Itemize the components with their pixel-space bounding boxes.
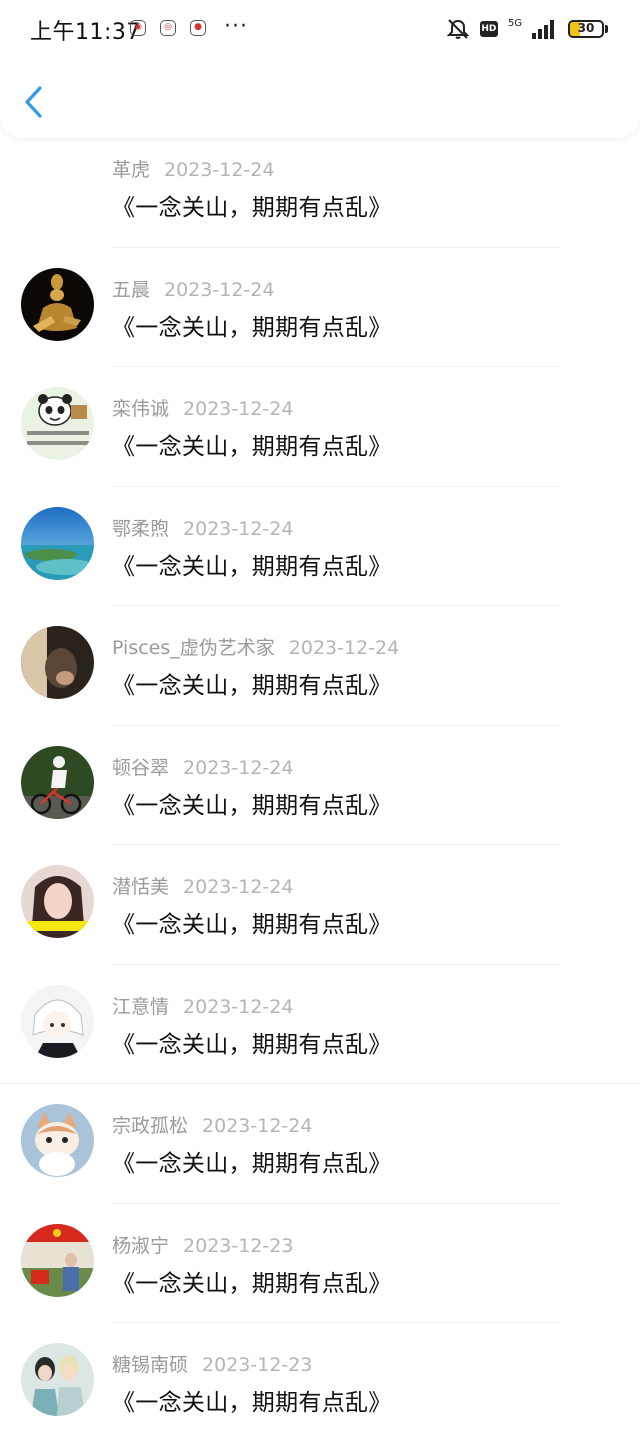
status-indicators: HD 5G 30 xyxy=(446,17,608,41)
comment-date: 2023-12-24 xyxy=(183,876,294,898)
signal-icon xyxy=(532,20,554,39)
comment-date: 2023-12-24 xyxy=(183,995,294,1018)
user-name[interactable]: 杨淑宁 xyxy=(112,1235,169,1257)
comment-date: 2023-12-24 xyxy=(183,517,294,540)
avatar[interactable] xyxy=(21,1343,94,1416)
comment-meta: 潜恬美 2023-12-24 xyxy=(112,872,293,899)
anime-character-avatar xyxy=(21,984,94,1058)
comment-meta: 鄂柔煦 2023-12-24 xyxy=(112,514,293,541)
battery-cap xyxy=(605,25,608,33)
network-label: 5G xyxy=(507,17,522,29)
kitten-avatar xyxy=(21,1104,94,1177)
user-name[interactable]: 顿谷翠 xyxy=(112,757,169,779)
more-notifications-icon: ··· xyxy=(224,14,248,39)
comment-item[interactable]: Pisces_虚伪艺术家 2023-12-24 《一念关山，期期有点乱》 xyxy=(0,606,640,726)
comment-date: 2023-12-24 xyxy=(183,398,294,420)
nav-bar xyxy=(0,60,640,138)
user-name[interactable]: 潜恬美 xyxy=(112,876,169,898)
app-notification-icon: ● xyxy=(190,20,206,36)
comment-text: 《一念关山，期期有点乱》 xyxy=(112,912,392,938)
avatar[interactable] xyxy=(21,865,94,938)
avatar[interactable] xyxy=(21,984,94,1058)
battery-level: 30 xyxy=(577,21,595,35)
comment-meta: 顿谷翠 2023-12-24 xyxy=(112,753,293,780)
comment-date: 2023-12-23 xyxy=(202,1354,313,1376)
dark-portrait-avatar xyxy=(21,626,94,699)
comment-date: 2023-12-24 xyxy=(288,637,400,659)
chevron-left-icon xyxy=(25,86,42,118)
avatar[interactable] xyxy=(21,745,94,819)
comment-item[interactable]: 潜恬美 2023-12-24 《一念关山，期期有点乱》 xyxy=(0,845,640,965)
comment-item[interactable]: 革虎 2023-12-24 《一念关山，期期有点乱》 xyxy=(0,128,640,248)
comment-text: 《一念关山，期期有点乱》 xyxy=(112,792,392,819)
comment-text: 《一念关山，期期有点乱》 xyxy=(112,434,392,460)
comment-date: 2023-12-24 xyxy=(202,1115,313,1137)
avatar[interactable] xyxy=(21,267,94,341)
comment-meta: 杨淑宁 2023-12-23 xyxy=(112,1231,293,1258)
golden-statue-avatar xyxy=(21,267,94,341)
comment-date: 2023-12-24 xyxy=(164,159,275,181)
battery-icon: 30 xyxy=(568,20,604,38)
comment-item[interactable]: 顿谷翠 2023-12-24 《一念关山，期期有点乱》 xyxy=(0,726,640,845)
comment-item[interactable]: 宗政孤松 2023-12-24 《一念关山，期期有点乱》 xyxy=(0,1084,640,1204)
cyclist-avatar xyxy=(21,745,94,819)
comment-text: 《一念关山，期期有点乱》 xyxy=(112,673,392,699)
comment-meta: 宗政孤松 2023-12-24 xyxy=(112,1111,312,1138)
status-time: 上午11:37 xyxy=(30,20,141,45)
comment-text: 《一念关山，期期有点乱》 xyxy=(112,195,392,221)
comment-item[interactable]: 栾伟诚 2023-12-24 《一念关山，期期有点乱》 xyxy=(0,367,640,487)
comment-text: 《一念关山，期期有点乱》 xyxy=(112,553,392,580)
user-name[interactable]: 宗政孤松 xyxy=(112,1115,188,1137)
comment-text: 《一念关山，期期有点乱》 xyxy=(112,1270,392,1297)
comment-date: 2023-12-24 xyxy=(164,278,275,301)
user-name[interactable]: 江意情 xyxy=(112,996,169,1018)
user-name[interactable]: 栾伟诚 xyxy=(112,398,169,420)
comment-meta: Pisces_虚伪艺术家 2023-12-24 xyxy=(112,633,399,660)
comment-text: 《一念关山，期期有点乱》 xyxy=(112,314,392,341)
comment-date: 2023-12-24 xyxy=(183,756,294,779)
status-bar: 上午11:37 ◉ ◎ ● ··· HD 5G 30 xyxy=(0,0,640,60)
app-notification-icon: ◎ xyxy=(160,20,176,36)
comment-item[interactable]: 糖锡南硕 2023-12-23 《一念关山，期期有点乱》 xyxy=(0,1323,640,1443)
avatar[interactable] xyxy=(21,1223,94,1297)
panda-meme-avatar xyxy=(21,387,94,460)
avatar[interactable] xyxy=(21,387,94,460)
comment-item[interactable]: 五晨 2023-12-24 《一念关山，期期有点乱》 xyxy=(0,248,640,367)
comment-meta: 五晨 2023-12-24 xyxy=(112,275,274,302)
app-notification-icon: ◉ xyxy=(130,20,146,36)
comment-text: 《一念关山，期期有点乱》 xyxy=(112,1151,392,1177)
sea-island-avatar xyxy=(21,506,94,580)
comment-list: 革虎 2023-12-24 《一念关山，期期有点乱》 五晨 2023-12-24 《… xyxy=(0,128,640,1443)
avatar[interactable] xyxy=(21,1104,94,1177)
avatar[interactable] xyxy=(21,626,94,699)
comment-item[interactable]: 鄂柔煦 2023-12-24 《一念关山，期期有点乱》 xyxy=(0,487,640,606)
comment-meta: 糖锡南硕 2023-12-23 xyxy=(112,1350,312,1377)
user-name[interactable]: 鄂柔煦 xyxy=(112,518,169,540)
back-button[interactable] xyxy=(18,82,54,122)
user-name[interactable]: Pisces_虚伪艺术家 xyxy=(112,637,275,659)
hd-badge: HD xyxy=(479,21,498,37)
girl-portrait-avatar xyxy=(21,865,94,938)
user-name[interactable]: 糖锡南硕 xyxy=(112,1354,188,1376)
mute-icon xyxy=(446,19,470,39)
comment-item[interactable]: 杨淑宁 2023-12-23 《一念关山，期期有点乱》 xyxy=(0,1204,640,1323)
comment-date: 2023-12-23 xyxy=(183,1234,294,1257)
user-name[interactable]: 五晨 xyxy=(112,279,150,301)
two-people-avatar xyxy=(21,1343,94,1416)
user-name[interactable]: 革虎 xyxy=(112,159,150,181)
comment-text: 《一念关山，期期有点乱》 xyxy=(112,1390,392,1416)
flag-photo-avatar xyxy=(21,1223,94,1297)
comment-meta: 栾伟诚 2023-12-24 xyxy=(112,394,293,421)
avatar[interactable] xyxy=(21,506,94,580)
comment-meta: 江意情 2023-12-24 xyxy=(112,992,293,1019)
comment-text: 《一念关山，期期有点乱》 xyxy=(112,1031,392,1058)
comment-item[interactable]: 江意情 2023-12-24 《一念关山，期期有点乱》 xyxy=(0,965,640,1084)
comment-meta: 革虎 2023-12-24 xyxy=(112,155,274,182)
